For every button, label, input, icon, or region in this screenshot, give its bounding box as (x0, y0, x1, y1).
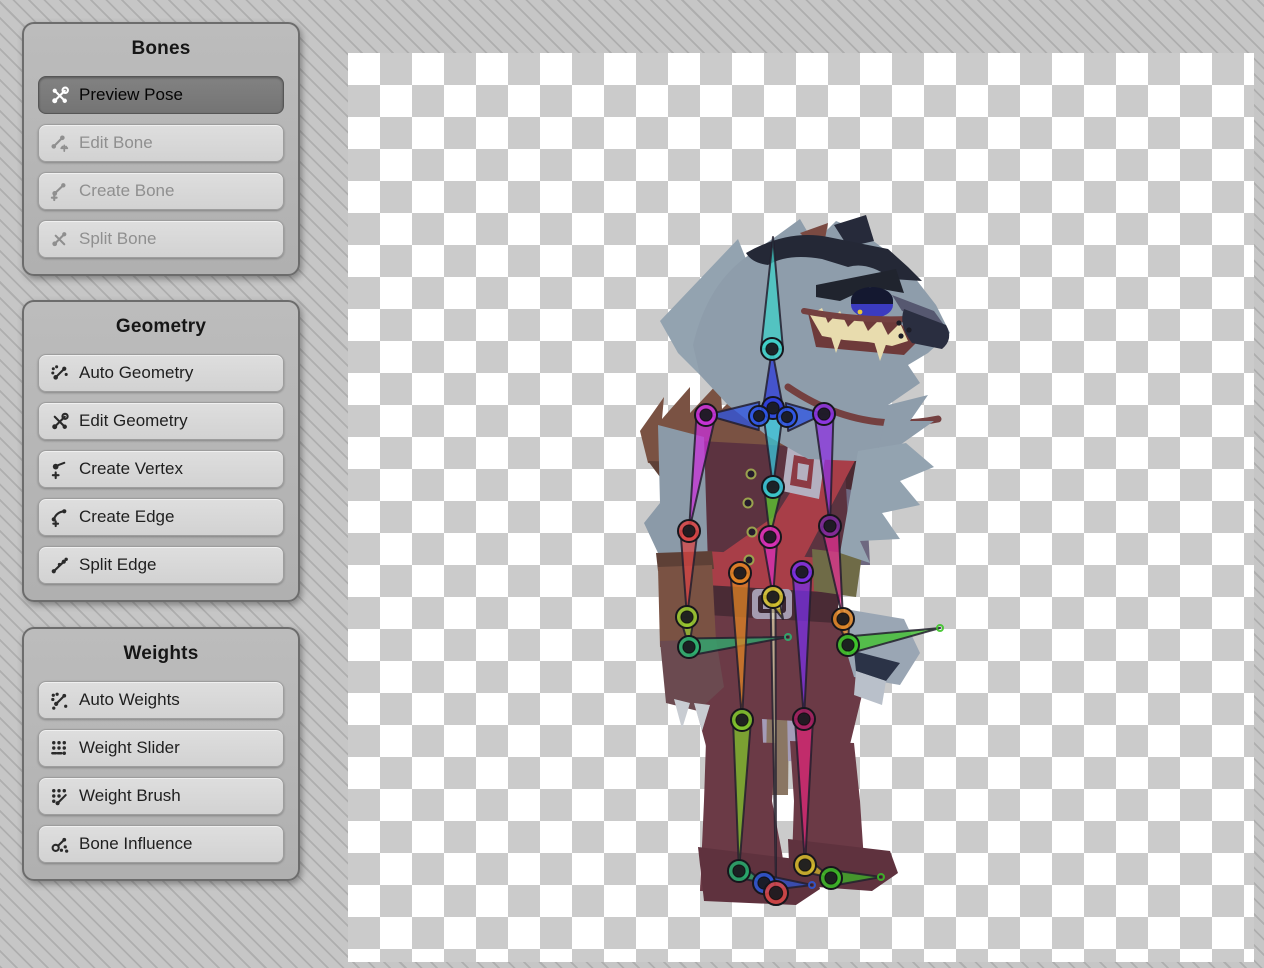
joint-shoulder-l[interactable] (695, 404, 717, 426)
joint-fan-l[interactable] (749, 406, 769, 426)
create-vertex-icon (49, 459, 70, 480)
button-label: Weight Slider (79, 738, 180, 758)
preview-pose-button[interactable]: Preview Pose (38, 76, 284, 114)
joint-belly[interactable] (762, 476, 784, 498)
joint-hand-r[interactable] (837, 634, 859, 656)
weight-brush-icon (49, 786, 70, 807)
joint-knee-l[interactable] (731, 709, 753, 731)
joint-tail-end[interactable] (764, 881, 788, 905)
joint-wrist-r[interactable] (832, 608, 854, 630)
split-bone-button[interactable]: Split Bone (38, 220, 284, 258)
joint-hip-r[interactable] (791, 561, 813, 583)
panel-weights: Weights Auto Weights Weight Slider Weight B… (22, 627, 300, 881)
joint-elbow-l[interactable] (678, 520, 700, 542)
skinning-editor: { "panels": [ { "title": "Bones", "butto… (0, 0, 1264, 968)
joint-ankle-l[interactable] (728, 860, 750, 882)
split-bone-icon (49, 229, 70, 250)
joint-shoulder-r[interactable] (813, 403, 835, 425)
joint-foot-r[interactable] (820, 867, 842, 889)
joint-neck[interactable] (761, 338, 783, 360)
panel-title: Geometry (38, 316, 284, 338)
edit-bone-icon (49, 133, 70, 154)
split-edge-button[interactable]: Split Edge (38, 546, 284, 584)
weight-brush-button[interactable]: Weight Brush (38, 777, 284, 815)
joint-hand-l[interactable] (678, 636, 700, 658)
edit-bone-button[interactable]: Edit Bone (38, 124, 284, 162)
button-label: Split Bone (79, 229, 157, 249)
joint-fan-r[interactable] (777, 407, 797, 427)
button-label: Weight Brush (79, 786, 181, 806)
panel-geometry: Geometry Auto Geometry Edit Geometry Create… (22, 300, 300, 602)
joint-wrist-l[interactable] (676, 606, 698, 628)
auto-weights-icon (49, 690, 70, 711)
auto-geometry-icon (49, 363, 70, 384)
weight-slider-button[interactable]: Weight Slider (38, 729, 284, 767)
create-bone-button[interactable]: Create Bone (38, 172, 284, 210)
button-label: Bone Influence (79, 834, 192, 854)
button-label: Edit Geometry (79, 411, 188, 431)
create-edge-button[interactable]: Create Edge (38, 498, 284, 536)
button-label: Edit Bone (79, 133, 153, 153)
button-label: Create Vertex (79, 459, 183, 479)
preview-pose-icon (49, 85, 70, 106)
joint-pelvis[interactable] (759, 526, 781, 548)
joint-tail-base[interactable] (762, 586, 784, 608)
panel-bones: Bones Preview Pose Edit Bone Create Bone Spl… (22, 22, 300, 276)
bone-influence-icon (49, 834, 70, 855)
button-label: Preview Pose (79, 85, 183, 105)
button-label: Auto Geometry (79, 363, 193, 383)
button-label: Auto Weights (79, 690, 180, 710)
auto-geometry-button[interactable]: Auto Geometry (38, 354, 284, 392)
sprite-canvas[interactable] (348, 53, 1254, 962)
joint-ankle-r[interactable] (794, 854, 816, 876)
joint-elbow-r[interactable] (819, 515, 841, 537)
panel-title: Bones (38, 38, 284, 60)
edit-geometry-button[interactable]: Edit Geometry (38, 402, 284, 440)
joint-knee-r[interactable] (793, 708, 815, 730)
create-vertex-button[interactable]: Create Vertex (38, 450, 284, 488)
button-label: Create Edge (79, 507, 174, 527)
split-edge-icon (49, 555, 70, 576)
bone-influence-button[interactable]: Bone Influence (38, 825, 284, 863)
edit-geometry-icon (49, 411, 70, 432)
joint-hip-l[interactable] (729, 562, 751, 584)
auto-weights-button[interactable]: Auto Weights (38, 681, 284, 719)
create-edge-icon (49, 507, 70, 528)
create-bone-icon (49, 181, 70, 202)
weight-slider-icon (49, 738, 70, 759)
panel-title: Weights (38, 643, 284, 665)
button-label: Split Edge (79, 555, 157, 575)
button-label: Create Bone (79, 181, 174, 201)
